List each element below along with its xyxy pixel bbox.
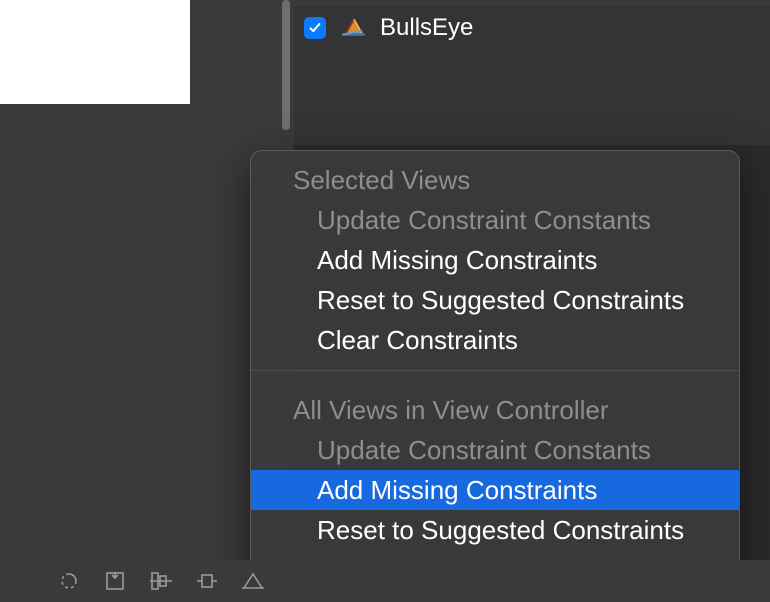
menu-section-selected-views: Selected Views (251, 151, 739, 200)
menu-item-reset-to-suggested-constraints[interactable]: Reset to Suggested Constraints (251, 280, 739, 320)
app-target-icon (340, 14, 368, 42)
targets-panel: BullsEye (294, 0, 770, 145)
scroll-thumb[interactable] (282, 0, 290, 130)
align-icon[interactable] (138, 566, 184, 596)
panel-header-strip (294, 0, 770, 6)
menu-item-add-missing-constraints-all[interactable]: Add Missing Constraints (251, 470, 739, 510)
target-row[interactable]: BullsEye (304, 10, 473, 46)
target-checkbox[interactable] (304, 17, 326, 39)
autolayout-toolbar (0, 560, 770, 602)
target-name: BullsEye (380, 14, 473, 42)
menu-item-update-constraint-constants: Update Constraint Constants (251, 200, 739, 240)
xcode-window-fragment: BullsEye Selected Views Update Constrain… (0, 0, 770, 602)
scrollbar-gutter (278, 0, 294, 145)
menu-item-clear-constraints[interactable]: Clear Constraints (251, 320, 739, 360)
menu-divider (251, 370, 739, 371)
update-frames-icon[interactable] (46, 566, 92, 596)
resolve-issues-icon[interactable] (230, 566, 276, 596)
embed-icon[interactable] (92, 566, 138, 596)
menu-section-all-views: All Views in View Controller (251, 381, 739, 430)
menu-item-add-missing-constraints[interactable]: Add Missing Constraints (251, 240, 739, 280)
resolve-autolayout-menu: Selected Views Update Constraint Constan… (250, 150, 740, 602)
menu-item-reset-to-suggested-constraints-all[interactable]: Reset to Suggested Constraints (251, 510, 739, 550)
menu-item-update-constraint-constants-all: Update Constraint Constants (251, 430, 739, 470)
pin-icon[interactable] (184, 566, 230, 596)
canvas-view[interactable] (0, 0, 190, 104)
